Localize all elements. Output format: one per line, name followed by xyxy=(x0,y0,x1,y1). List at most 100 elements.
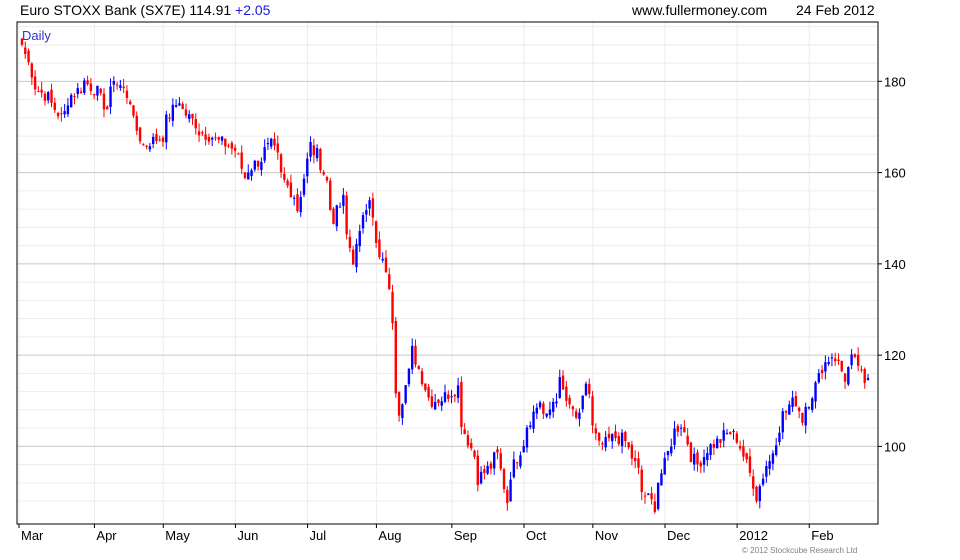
candle xyxy=(345,191,348,240)
candle xyxy=(640,465,643,501)
candle xyxy=(722,422,725,448)
candle xyxy=(820,365,824,380)
candle xyxy=(106,105,109,110)
candle xyxy=(470,438,473,451)
candle xyxy=(165,110,168,150)
candle xyxy=(591,390,594,434)
candle xyxy=(699,460,702,474)
candle xyxy=(381,252,384,263)
candle xyxy=(519,451,522,469)
candle xyxy=(355,238,358,273)
candle xyxy=(168,113,171,123)
candle xyxy=(620,429,624,454)
candle xyxy=(440,396,443,412)
candle xyxy=(178,96,181,107)
candle xyxy=(774,437,778,457)
candle xyxy=(50,83,53,108)
candle xyxy=(522,439,525,453)
candle xyxy=(289,174,293,198)
candle xyxy=(633,450,637,469)
candle xyxy=(276,135,279,160)
candle xyxy=(558,369,561,399)
candle xyxy=(824,355,827,380)
candle xyxy=(99,87,102,96)
candle xyxy=(188,110,191,123)
candle xyxy=(420,367,424,387)
candle xyxy=(96,85,99,101)
x-tick-label: 2012 xyxy=(739,528,768,543)
candle xyxy=(125,85,129,104)
candle xyxy=(250,168,253,181)
candle xyxy=(145,144,148,150)
candle xyxy=(348,229,352,253)
candle xyxy=(443,384,447,404)
candle xyxy=(670,438,673,457)
candle xyxy=(217,136,220,144)
candle xyxy=(755,485,758,504)
x-tick-label: Jul xyxy=(310,528,327,543)
candle xyxy=(814,380,817,409)
candle xyxy=(89,78,93,96)
candle xyxy=(460,376,463,435)
candle xyxy=(742,439,745,462)
candle xyxy=(332,207,335,225)
candle xyxy=(781,408,784,440)
candle xyxy=(748,448,752,477)
candle xyxy=(735,431,739,445)
candle xyxy=(329,177,332,211)
candle xyxy=(738,440,742,451)
interval-label: Daily xyxy=(22,28,51,43)
candle xyxy=(568,394,571,409)
x-tick-label: May xyxy=(165,528,190,543)
candle xyxy=(191,113,194,125)
candle xyxy=(847,366,850,387)
candle xyxy=(614,424,617,442)
candle xyxy=(214,132,217,142)
candle xyxy=(296,188,299,213)
candle xyxy=(650,486,653,505)
candle xyxy=(270,137,273,150)
candle xyxy=(230,140,234,155)
candle xyxy=(863,367,866,389)
candle xyxy=(407,367,411,387)
candle xyxy=(171,98,175,127)
candle xyxy=(496,445,499,460)
candle xyxy=(840,360,843,373)
candle xyxy=(594,423,598,441)
candle xyxy=(765,460,768,483)
candles xyxy=(20,37,870,514)
candle xyxy=(309,136,312,162)
candle xyxy=(181,101,184,110)
candle xyxy=(693,447,696,471)
candle xyxy=(627,442,630,450)
x-tick-label: Aug xyxy=(378,528,401,543)
candle xyxy=(706,446,709,467)
y-tick-label: 160 xyxy=(884,166,906,181)
candle xyxy=(771,450,775,471)
price-chart: Daily 100 120 140 160 180 Mar Apr May Jun Jul Aug… xyxy=(16,21,906,543)
candle xyxy=(378,231,381,260)
candle xyxy=(365,203,368,222)
candle xyxy=(673,421,676,450)
candle xyxy=(712,439,716,456)
candle xyxy=(542,401,545,420)
candle xyxy=(302,174,306,198)
candle xyxy=(807,406,811,410)
candle xyxy=(414,339,417,368)
candle xyxy=(801,412,804,426)
candle xyxy=(850,348,853,370)
candle xyxy=(243,172,247,180)
copyright: © 2012 Stockcube Research Ltd xyxy=(742,546,858,555)
candle xyxy=(512,451,516,479)
candle xyxy=(424,383,427,392)
candle xyxy=(463,423,466,435)
candle xyxy=(24,41,27,59)
y-tick-label: 120 xyxy=(884,348,906,363)
candle xyxy=(535,403,539,420)
candle xyxy=(404,385,407,405)
candle xyxy=(604,431,607,452)
candle xyxy=(394,317,398,398)
candle xyxy=(647,493,650,496)
x-tick-label: Feb xyxy=(811,528,833,543)
candle xyxy=(240,145,243,175)
